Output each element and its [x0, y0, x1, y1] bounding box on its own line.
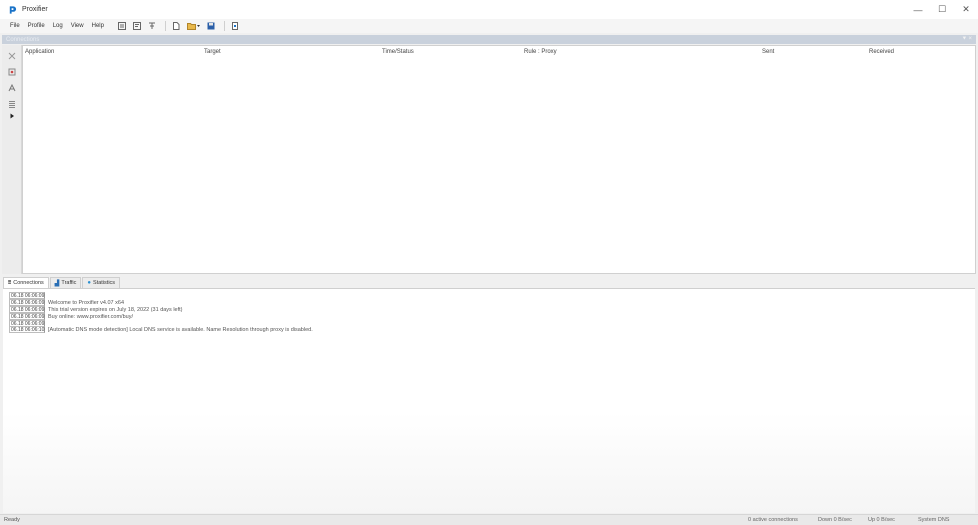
status-ready: Ready: [4, 517, 20, 523]
column-target[interactable]: Target: [204, 49, 221, 55]
menu-help[interactable]: Help: [92, 23, 104, 29]
status-download-rate: Down 0 B/sec: [818, 517, 852, 523]
toolbar-separator: [164, 21, 166, 31]
log-panel[interactable]: 06.18 06:06:09 06.18 06:06:09 Welcome to…: [3, 288, 975, 513]
pane-title: Connections: [6, 36, 40, 43]
log-message: Buy online: www.proxifier.com/buy/: [48, 313, 133, 320]
column-received[interactable]: Received: [869, 49, 894, 55]
column-application[interactable]: Application: [25, 49, 54, 55]
tab-traffic[interactable]: ▟ Traffic: [49, 277, 82, 288]
toolbar: [118, 21, 246, 31]
proxifier-app-icon: [9, 5, 17, 14]
connections-view-icon[interactable]: [133, 22, 142, 31]
tab-statistics[interactable]: ● Statistics: [82, 277, 121, 288]
maximize-button[interactable]: ☐: [930, 0, 954, 19]
tab-statistics-label: Statistics: [93, 280, 116, 286]
close-connection-icon[interactable]: [7, 51, 17, 61]
log-timestamp: 06.18 06:06:10: [9, 326, 45, 333]
log-entry: 06.18 06:06:09 Buy online: www.proxifier…: [9, 313, 133, 320]
close-window-button[interactable]: ✕: [954, 0, 978, 19]
connections-side-toolbar: [2, 45, 22, 274]
log-entry: 06.18 06:06:09 Welcome to Proxifier v4.0…: [9, 299, 124, 306]
status-active-connections: 0 active connections: [748, 517, 798, 523]
tab-connections[interactable]: ⩩ Connections: [3, 277, 49, 288]
log-timestamp: 06.18 06:06:09: [9, 313, 45, 320]
pane-pin-close-icon[interactable]: ⯆ ×: [962, 36, 972, 43]
log-entry: 06.18 06:06:09: [9, 292, 48, 299]
log-timestamp: 06.18 06:06:09: [9, 299, 45, 306]
column-sent[interactable]: Sent: [762, 49, 774, 55]
expand-arrow-icon[interactable]: [7, 111, 17, 121]
column-rule-proxy[interactable]: Rule : Proxy: [524, 49, 557, 55]
status-bar: Ready 0 active connections Down 0 B/sec …: [0, 514, 978, 525]
toolbar-separator: [223, 21, 225, 31]
menu-bar: File Profile Log View Help: [0, 19, 978, 33]
menu-view[interactable]: View: [71, 23, 84, 29]
connections-table[interactable]: Application Target Time/Status Rule : Pr…: [22, 45, 976, 274]
find-icon[interactable]: [7, 83, 17, 93]
log-entry: 06.18 06:06:09 This trial version expire…: [9, 306, 183, 313]
log-message: [Automatic DNS mode detection] Local DNS…: [48, 326, 313, 333]
tab-traffic-label: Traffic: [61, 280, 77, 286]
menu-profile[interactable]: Profile: [28, 23, 45, 29]
save-profile-icon[interactable]: [207, 22, 216, 31]
tab-connections-label: Connections: [13, 280, 44, 286]
statistics-globe-icon: ●: [87, 280, 92, 286]
log-entry: 06.18 06:06:10 [Automatic DNS mode detec…: [9, 326, 313, 333]
clear-icon[interactable]: [7, 67, 17, 77]
log-message: This trial version expires on July 18, 2…: [48, 306, 183, 313]
menu-log[interactable]: Log: [53, 23, 63, 29]
column-time-status[interactable]: Time/Status: [382, 49, 414, 55]
advanced-icon[interactable]: [231, 22, 240, 31]
log-icon[interactable]: [118, 22, 127, 31]
list-icon[interactable]: [7, 99, 17, 109]
options-icon[interactable]: [148, 22, 157, 31]
view-tabs: ⩩ Connections ▟ Traffic ● Statistics: [3, 276, 121, 288]
new-profile-icon[interactable]: [172, 22, 181, 31]
title-bar: Proxifier — ☐ ✕: [0, 0, 978, 19]
menu-file[interactable]: File: [10, 23, 20, 29]
log-timestamp: 06.18 06:06:09: [9, 306, 45, 313]
minimize-button[interactable]: —: [906, 0, 930, 19]
window-title: Proxifier: [22, 6, 48, 13]
status-upload-rate: Up 0 B/sec: [868, 517, 895, 523]
connections-tab-icon: ⩩: [8, 279, 12, 286]
connections-pane-header: Connections ⯆ ×: [2, 35, 976, 44]
traffic-chart-icon: ▟: [54, 280, 60, 287]
status-dns-mode: System DNS: [918, 517, 950, 523]
log-timestamp: 06.18 06:06:09: [9, 292, 45, 299]
open-profile-icon[interactable]: [187, 22, 201, 31]
log-message: Welcome to Proxifier v4.07 x64: [48, 299, 125, 306]
